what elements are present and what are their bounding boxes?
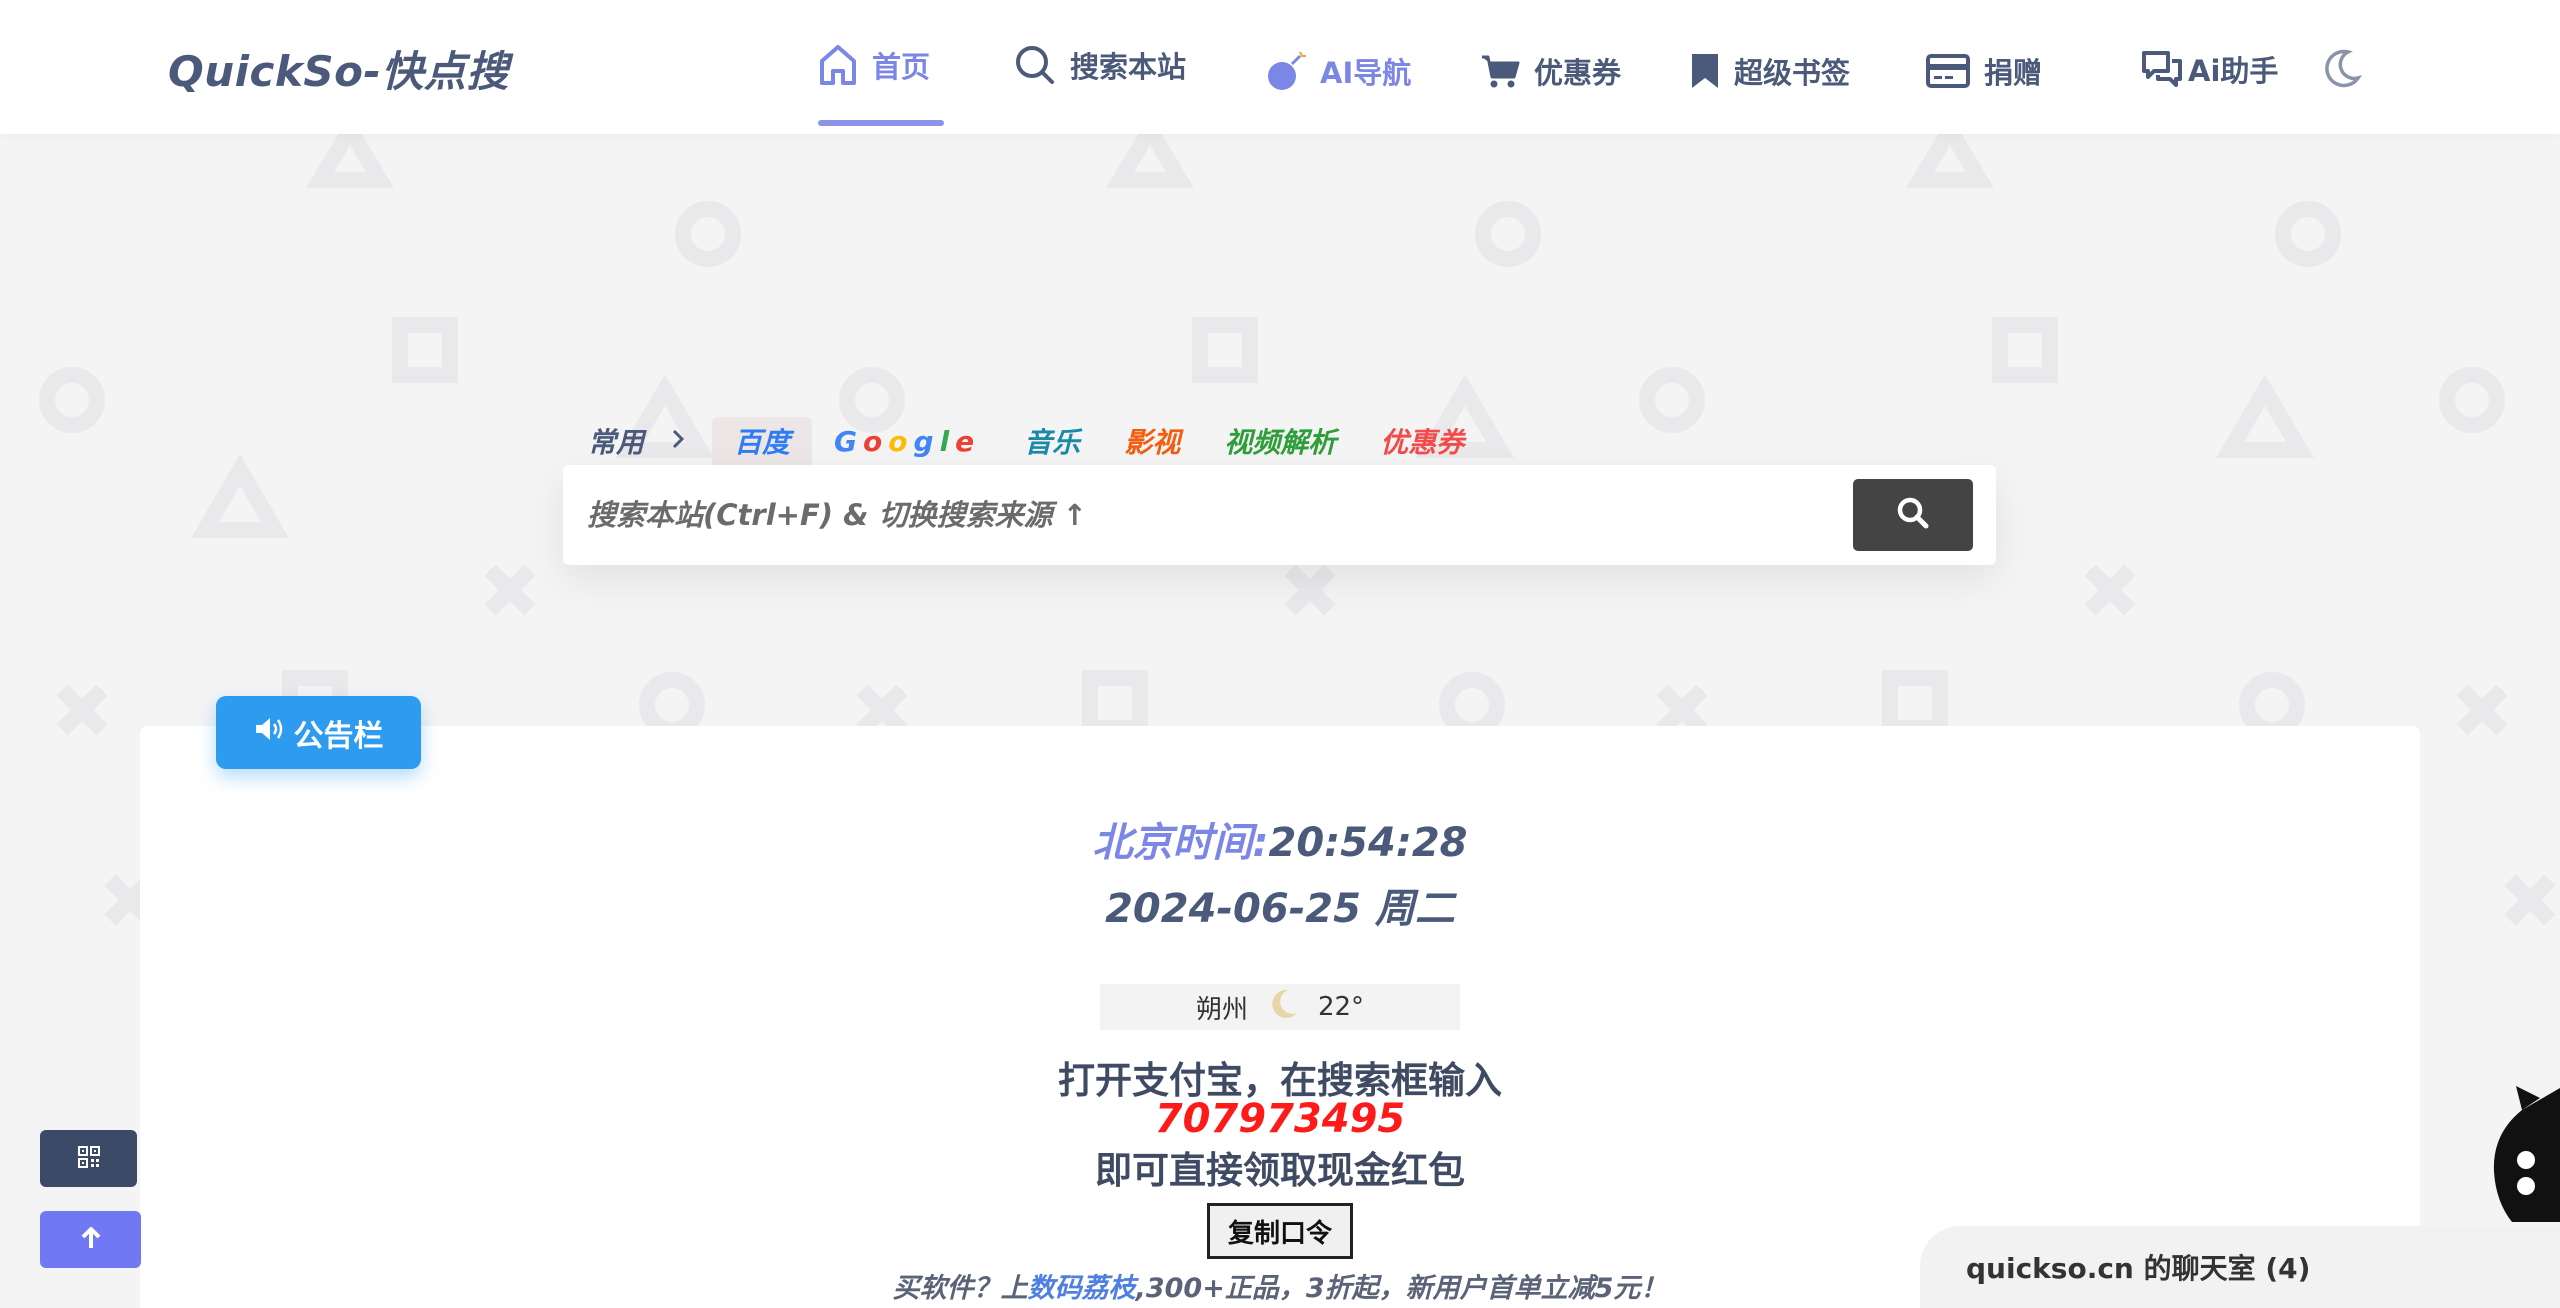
arrow-up-icon [80,1226,102,1254]
promo-code: 707973495 [1154,1096,1406,1142]
chat-room-bar[interactable]: quickso.cn 的聊天室 (4) [1920,1226,2560,1308]
weather-city: 朔州 [1195,994,1248,1025]
current-date: 2024-06-25 周二 [1105,886,1455,932]
copy-code-button[interactable]: 复制口令 [1207,1203,1353,1259]
search-input[interactable] [587,490,1767,540]
nav-label-coupons: 优惠券 [1534,56,1622,90]
nav-label-home: 首页 [872,50,931,84]
moon-icon [2322,49,2363,92]
quick-label: 常用 [588,426,645,459]
tab-coupons[interactable]: 优惠券 [1358,417,1486,465]
top-navbar: QuickSo-快点搜 首页 搜索本站 AI导航 优惠券 超级书签 捐赠 Ai助… [0,0,2560,134]
notice-board-button[interactable]: 公告栏 [216,696,421,769]
tab-google[interactable]: Google [812,421,1002,462]
time-value: 20:54:28 [1268,820,1468,866]
theme-toggle-button[interactable] [2322,48,2363,92]
time-label: 北京时间: [1092,820,1269,866]
bomb-icon [1266,50,1306,92]
buy-prefix: 买软件？上 [892,1273,1028,1304]
nav-item-ai-nav[interactable]: AI导航 [1266,46,1411,96]
nav-active-indicator [818,120,944,126]
notice-board-label: 公告栏 [293,718,384,754]
bookmark-icon [1690,52,1720,90]
nav-item-home[interactable]: 首页 [818,40,930,90]
cart-icon [1480,53,1520,89]
buy-link[interactable]: 数码荔枝 [1028,1273,1136,1304]
nav-item-bookmarks[interactable]: 超级书签 [1690,46,1850,96]
site-logo[interactable]: QuickSo-快点搜 [168,38,509,99]
nav-item-ai-assistant[interactable]: Ai助手 [2140,44,2278,94]
tab-video-parse[interactable]: 视频解析 [1202,417,1358,465]
back-to-top-button[interactable] [40,1211,141,1268]
search-button[interactable] [1853,479,1973,551]
beijing-time: 北京时间:20:54:28 [0,810,2560,868]
tab-baidu[interactable]: 百度 [712,417,813,465]
nav-item-donate[interactable]: 捐赠 [1926,46,2042,96]
promo-line-2: 即可直接领取现金红包 [1095,1149,1465,1192]
weather-temp: 22° [1317,992,1365,1022]
nav-label-donate: 捐赠 [1984,56,2043,90]
credit-card-icon [1926,54,1970,88]
moon-icon [1266,987,1300,1028]
chat-icon [2140,49,2184,89]
nav-label-search-site: 搜索本站 [1070,50,1187,84]
buy-suffix: ,300+正品，3折起，新用户首单立减5元！ [1135,1273,1668,1304]
nav-label-ai-nav: AI导航 [1320,56,1412,90]
weather-widget[interactable]: 朔州 22° [1100,984,1460,1030]
nav-label-ai-assistant: Ai助手 [2188,54,2279,88]
chevron-right-icon [670,425,686,458]
tab-music[interactable]: 音乐 [1002,417,1102,465]
speaker-icon [254,715,286,751]
qr-code-icon [77,1145,100,1172]
home-icon [818,43,858,87]
search-icon [1896,496,1930,534]
nav-label-bookmarks: 超级书签 [1734,56,1851,90]
qr-code-button[interactable] [40,1130,137,1187]
cat-mascot[interactable] [2452,1082,2560,1226]
search-icon [1014,44,1056,86]
nav-item-search-site[interactable]: 搜索本站 [1014,40,1186,90]
nav-item-coupons[interactable]: 优惠券 [1480,46,1621,96]
search-source-tabs: 常用 百度 Google 音乐 影视 视频解析 优惠券 [588,416,1486,466]
search-box [563,465,1996,565]
tab-video[interactable]: 影视 [1102,417,1202,465]
